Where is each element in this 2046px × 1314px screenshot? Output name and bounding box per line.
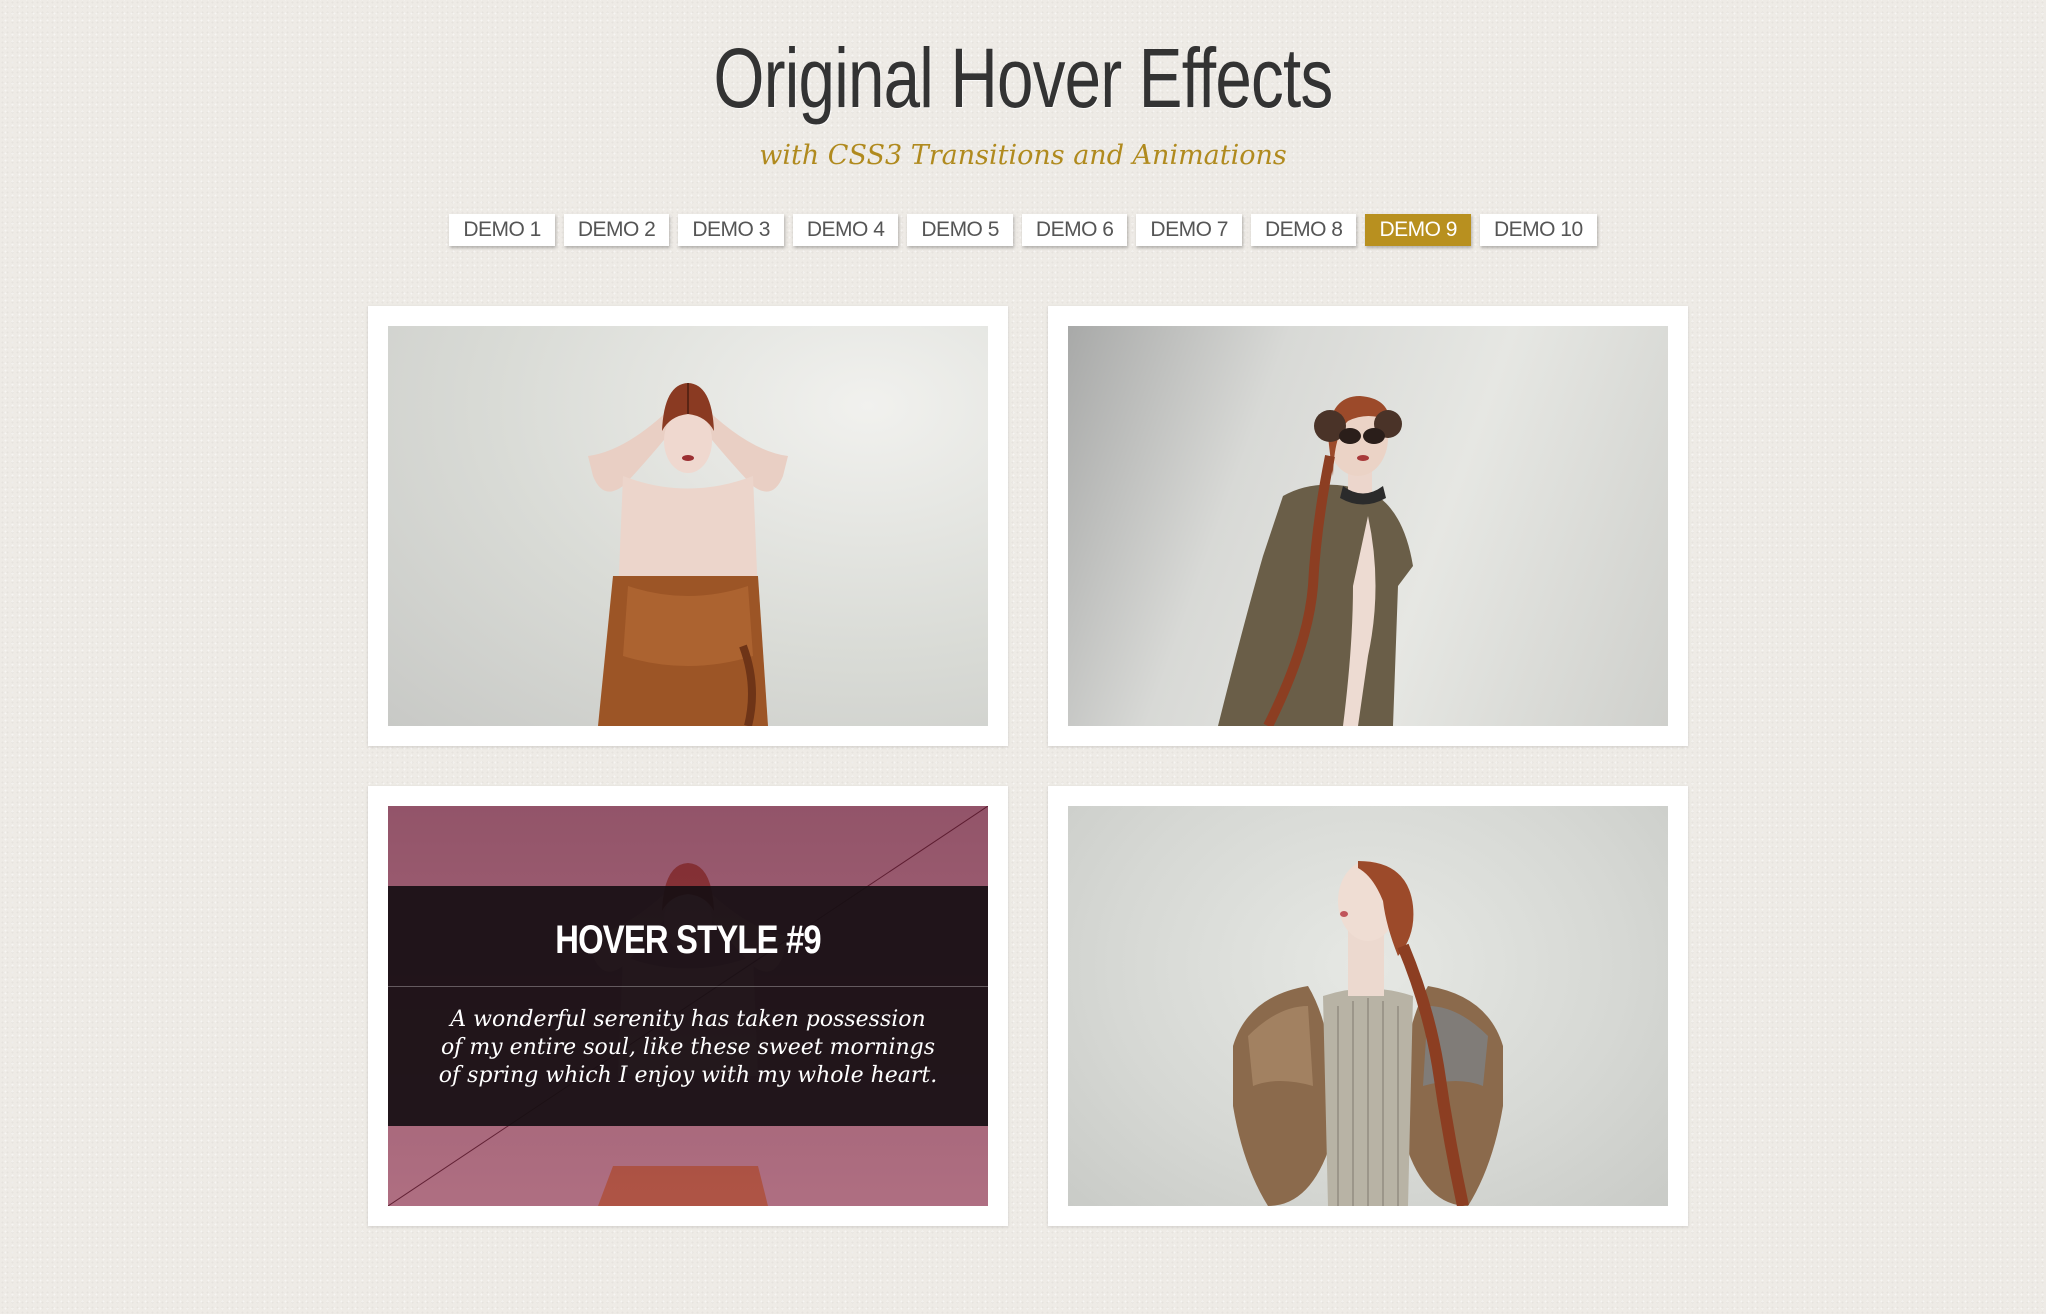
demo-1-button[interactable]: DEMO 1 <box>449 214 555 246</box>
demo-6-button[interactable]: DEMO 6 <box>1021 214 1128 246</box>
model-figure-4 <box>1233 861 1503 1206</box>
demo-4-button[interactable]: DEMO 4 <box>792 214 899 246</box>
demo-8-button[interactable]: DEMO 8 <box>1250 214 1357 246</box>
fashion-photo-3: HOVER STYLE #9 A wonderful serenity has … <box>388 806 988 1206</box>
demo-9-button[interactable]: DEMO 9 <box>1365 214 1471 246</box>
fashion-photo-2 <box>1068 326 1668 726</box>
model-figure-2 <box>1218 396 1413 726</box>
demo-10-button[interactable]: DEMO 10 <box>1479 214 1597 246</box>
fashion-photo-1 <box>388 326 988 726</box>
demo-3-button[interactable]: DEMO 3 <box>678 214 784 246</box>
page-title: Original Hover Effects <box>713 31 1334 125</box>
demo-7-button[interactable]: DEMO 7 <box>1136 214 1242 246</box>
demo-nav: DEMO 1 DEMO 2 DEMO 3 DEMO 4 DEMO 5 DEMO … <box>0 214 2046 246</box>
caption-divider <box>388 986 988 987</box>
page-subtitle: with CSS3 Transitions and Animations <box>759 140 1287 171</box>
demo-5-button[interactable]: DEMO 5 <box>907 214 1013 246</box>
gallery-card-1[interactable] <box>368 306 1008 746</box>
hover-caption-text: A wonderful serenity has taken possessio… <box>438 1007 938 1088</box>
hover-caption-band: HOVER STYLE #9 A wonderful serenity has … <box>388 886 988 1126</box>
demo-2-button[interactable]: DEMO 2 <box>563 214 670 246</box>
gallery-card-3[interactable]: HOVER STYLE #9 A wonderful serenity has … <box>368 786 1008 1226</box>
fashion-photo-4 <box>1068 806 1668 1206</box>
gallery-card-4[interactable] <box>1048 786 1688 1226</box>
model-figure-1 <box>588 383 788 726</box>
hover-caption-title: HOVER STYLE #9 <box>555 918 821 962</box>
gallery-card-2[interactable] <box>1048 306 1688 746</box>
